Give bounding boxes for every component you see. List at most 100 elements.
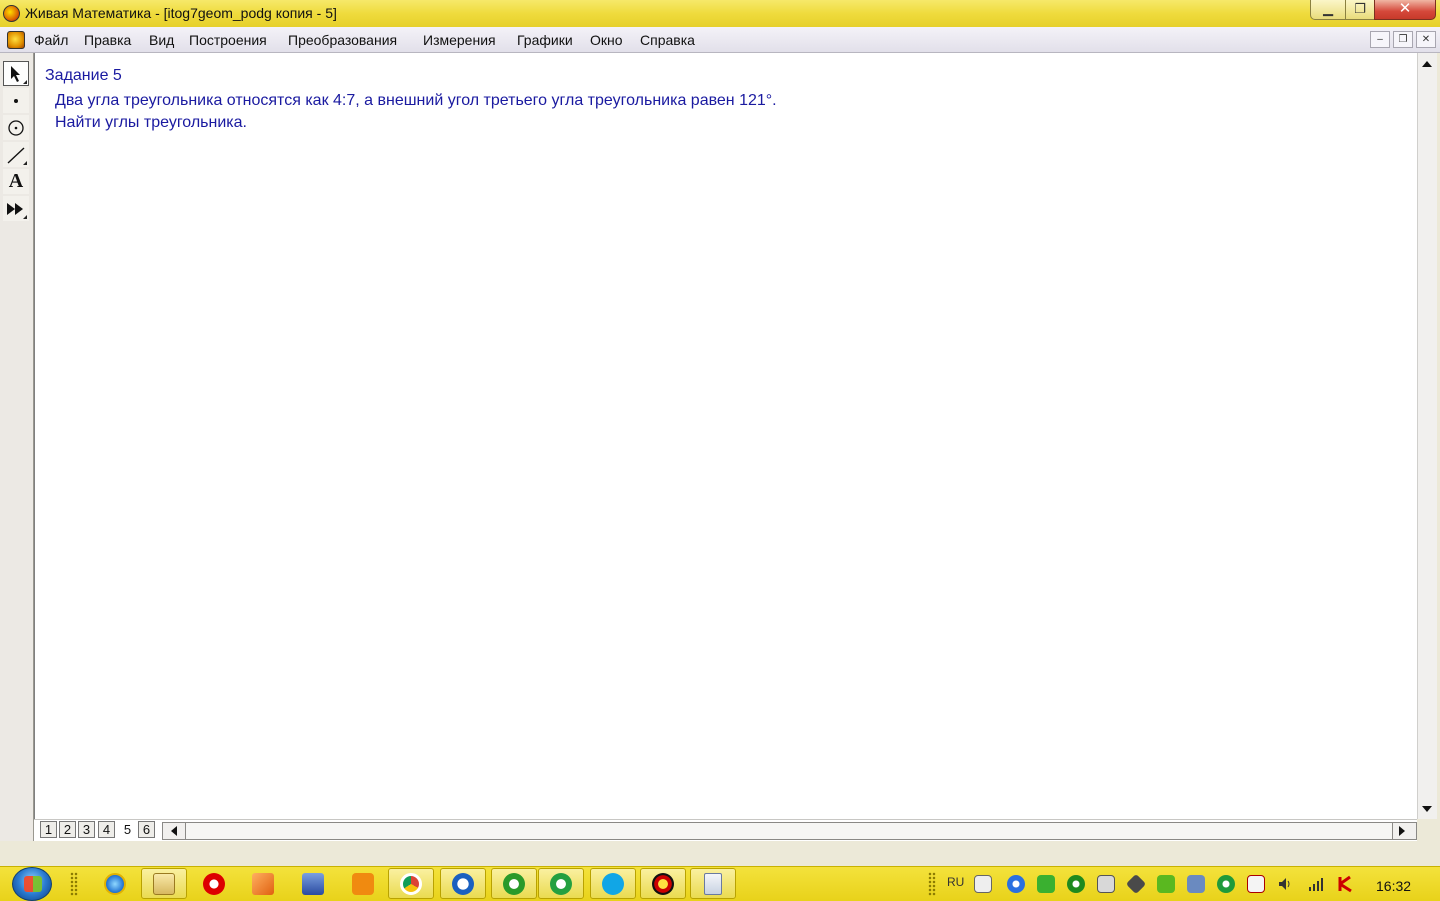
menu-help[interactable]: Справка bbox=[640, 32, 695, 48]
taskbar: RU 16:32 bbox=[0, 866, 1440, 901]
arrow-tool[interactable] bbox=[3, 61, 29, 86]
taskbar-ie[interactable] bbox=[92, 868, 138, 899]
tool-menu-indicator bbox=[23, 215, 27, 219]
app-icon[interactable] bbox=[3, 5, 20, 22]
page-bar: 1 2 3 4 5 6 bbox=[34, 819, 1417, 842]
icq-tray-icon[interactable] bbox=[1217, 875, 1235, 893]
odnoklassniki-icon bbox=[352, 872, 374, 895]
action-center-icon[interactable] bbox=[1247, 875, 1265, 893]
scroll-track[interactable] bbox=[185, 823, 1393, 839]
arrow-down-icon bbox=[1422, 806, 1432, 812]
taskbar-document[interactable] bbox=[690, 868, 736, 899]
scroll-left-button[interactable] bbox=[165, 823, 183, 839]
network-drive-icon[interactable] bbox=[1097, 875, 1115, 893]
sketchpad-icon bbox=[652, 872, 674, 895]
document-icon[interactable] bbox=[7, 31, 25, 49]
language-indicator[interactable]: RU bbox=[947, 875, 964, 889]
doc-minimize-button[interactable]: – bbox=[1370, 31, 1390, 48]
arrow-icon bbox=[11, 65, 20, 82]
horizontal-scrollbar[interactable] bbox=[162, 822, 1417, 840]
media-player-icon bbox=[252, 872, 274, 895]
taskbar-grip[interactable] bbox=[70, 872, 78, 896]
menu-bar: Файл Правка Вид Построения Преобразовани… bbox=[0, 27, 1440, 53]
scroll-right-button[interactable] bbox=[1393, 823, 1411, 839]
joystick-icon bbox=[302, 872, 324, 895]
menu-view[interactable]: Вид bbox=[149, 32, 174, 48]
windows-logo-icon bbox=[24, 876, 42, 892]
arrow-right-icon bbox=[1399, 826, 1405, 836]
page-tab-6[interactable]: 6 bbox=[138, 821, 155, 838]
page-tab-2[interactable]: 2 bbox=[59, 821, 76, 838]
mail-agent-icon bbox=[452, 872, 474, 895]
taskbar-mail[interactable] bbox=[440, 868, 486, 899]
tool-menu-indicator bbox=[23, 161, 27, 165]
taskbar-skype[interactable] bbox=[590, 868, 636, 899]
internet-explorer-icon bbox=[104, 872, 126, 895]
circle-icon bbox=[8, 119, 24, 136]
vertical-scrollbar[interactable] bbox=[1417, 53, 1437, 819]
taskbar-icq[interactable] bbox=[538, 868, 584, 899]
title-bar: Живая Математика - [itog7geom_podg копия… bbox=[0, 0, 1440, 27]
opera-icon bbox=[203, 872, 225, 895]
custom-tool[interactable] bbox=[3, 196, 29, 221]
doc-restore-button[interactable]: ❐ bbox=[1393, 31, 1413, 48]
taskbar-media[interactable] bbox=[240, 868, 286, 899]
sketch-canvas[interactable]: Задание 5 Два угла треугольника относятс… bbox=[34, 53, 1418, 819]
tool-menu-indicator bbox=[23, 80, 27, 84]
scroll-down-button[interactable] bbox=[1418, 801, 1436, 817]
diamond-icon[interactable] bbox=[1125, 873, 1147, 895]
menu-file[interactable]: Файл bbox=[34, 32, 68, 48]
utorrent-tray-icon[interactable] bbox=[1067, 875, 1085, 893]
keyboard-icon[interactable] bbox=[974, 875, 992, 893]
kaspersky-icon[interactable] bbox=[1337, 875, 1355, 893]
task-text-line-2[interactable]: Найти углы треугольника. bbox=[55, 114, 247, 132]
tool-palette: A bbox=[0, 53, 34, 841]
taskbar-app[interactable] bbox=[290, 868, 336, 899]
tray-grip[interactable] bbox=[928, 872, 936, 896]
window-title: Живая Математика - [itog7geom_podg копия… bbox=[25, 5, 337, 21]
compass-tool[interactable] bbox=[3, 115, 29, 140]
task-text-line-1[interactable]: Два угла треугольника относятся как 4:7,… bbox=[55, 92, 777, 110]
point-tool[interactable] bbox=[3, 88, 29, 113]
antivirus-check-icon[interactable] bbox=[1037, 875, 1055, 893]
scroll-up-button[interactable] bbox=[1418, 56, 1436, 72]
arrow-up-icon bbox=[1422, 61, 1432, 67]
icq-icon bbox=[550, 872, 572, 895]
start-button[interactable] bbox=[12, 867, 52, 901]
menu-edit[interactable]: Правка bbox=[84, 32, 131, 48]
minimize-button[interactable]: ▁ bbox=[1310, 0, 1346, 20]
text-tool[interactable]: A bbox=[3, 169, 29, 194]
task-title[interactable]: Задание 5 bbox=[45, 67, 122, 85]
menu-graph[interactable]: Графики bbox=[517, 32, 573, 48]
document-window-icon bbox=[704, 872, 722, 895]
signal-icon[interactable] bbox=[1307, 875, 1325, 893]
volume-icon[interactable] bbox=[1277, 875, 1295, 893]
menu-construct[interactable]: Построения bbox=[189, 32, 267, 48]
connection-icon[interactable] bbox=[1187, 875, 1205, 893]
chrome-icon bbox=[400, 872, 422, 895]
doc-close-button[interactable]: ✕ bbox=[1416, 31, 1436, 48]
taskbar-sketchpad[interactable] bbox=[640, 868, 686, 899]
skype-icon bbox=[602, 872, 624, 895]
clock[interactable]: 16:32 bbox=[1376, 878, 1411, 894]
taskbar-chrome[interactable] bbox=[388, 868, 434, 899]
menu-transform[interactable]: Преобразования bbox=[288, 32, 397, 48]
folder-icon bbox=[153, 872, 175, 895]
taskbar-opera[interactable] bbox=[191, 868, 237, 899]
taskbar-explorer[interactable] bbox=[141, 868, 187, 899]
menu-measure[interactable]: Измерения bbox=[423, 32, 496, 48]
page-tab-5[interactable]: 5 bbox=[119, 821, 136, 838]
page-tab-1[interactable]: 1 bbox=[40, 821, 57, 838]
page-tab-3[interactable]: 3 bbox=[78, 821, 95, 838]
close-button[interactable]: ✕ bbox=[1374, 0, 1436, 20]
taskbar-utorrent[interactable] bbox=[491, 868, 537, 899]
page-tab-4[interactable]: 4 bbox=[98, 821, 115, 838]
window-frame-bottom bbox=[0, 841, 1440, 866]
maximize-button[interactable]: ❐ bbox=[1345, 0, 1375, 20]
download-icon[interactable] bbox=[1157, 875, 1175, 893]
menu-window[interactable]: Окно bbox=[590, 32, 623, 48]
straightedge-tool[interactable] bbox=[3, 142, 29, 167]
update-icon[interactable] bbox=[1007, 875, 1025, 893]
taskbar-odnoklassniki[interactable] bbox=[340, 868, 386, 899]
text-tool-icon: A bbox=[8, 170, 24, 192]
